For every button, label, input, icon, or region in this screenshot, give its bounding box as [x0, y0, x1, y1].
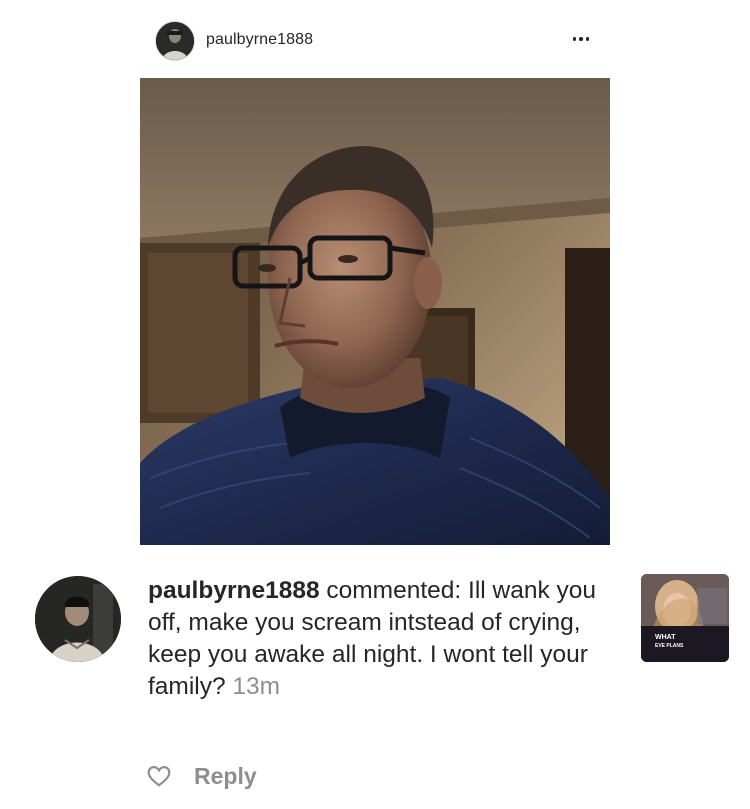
more-horizontal-icon[interactable] [570, 28, 592, 50]
comment-actions: Reply [146, 760, 257, 792]
commenter-avatar-image [35, 576, 121, 662]
selfie-image [140, 78, 610, 545]
comment-timestamp: 13m [232, 673, 281, 700]
post-card: paulbyrne1888 [140, 0, 610, 545]
avatar-image [156, 22, 194, 60]
comment-text: paulbyrne1888 commented: Ill wank you of… [148, 575, 623, 703]
post-username[interactable]: paulbyrne1888 [206, 31, 313, 49]
commenter-avatar[interactable] [35, 576, 121, 662]
thumbnail-caption-line: EVE PLANS [655, 643, 684, 649]
reply-button[interactable]: Reply [194, 763, 257, 790]
notification-screen: paulbyrne1888 paulbyrne1888 commented: I… [0, 0, 750, 809]
comment-username[interactable]: paulbyrne1888 [148, 577, 320, 604]
profile-avatar[interactable] [155, 21, 195, 61]
heart-outline-icon[interactable] [146, 763, 172, 789]
post-thumbnail[interactable]: WHAT EVE PLANS [641, 574, 729, 662]
post-header: paulbyrne1888 [140, 0, 610, 78]
thumbnail-caption-line: WHAT [655, 634, 676, 641]
thumbnail-caption: WHAT EVE PLANS [655, 634, 683, 650]
selfie-photo[interactable] [140, 78, 610, 545]
